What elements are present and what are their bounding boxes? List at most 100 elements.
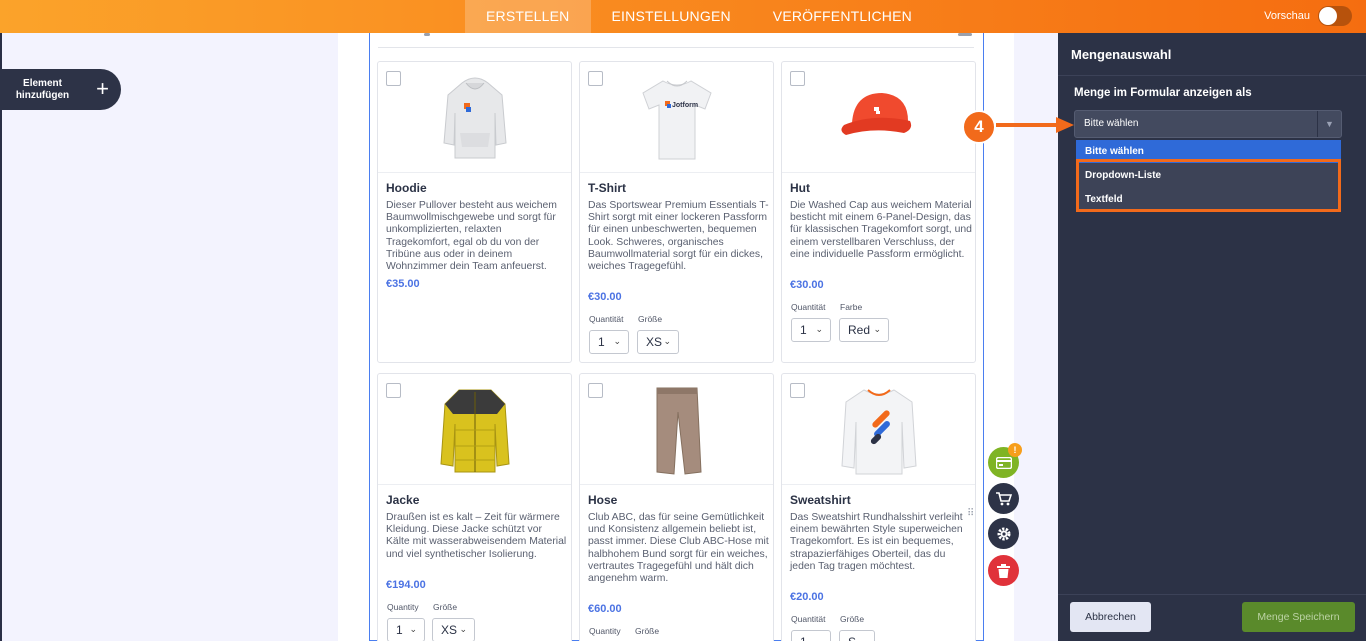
chevron-down-icon: ⌄ [815,324,823,334]
color-label: Farbe [840,302,863,312]
quantity-label: Quantität [791,302,826,312]
top-navigation-bar: ERSTELLEN EINSTELLUNGEN VERÖFFENTLICHEN … [0,0,1366,33]
product-card-tshirt[interactable]: Jotform T-Shirt Das Sportswear Premium E… [579,61,774,363]
product-price: €30.00 [588,291,622,303]
preview-label: Vorschau [1264,10,1310,22]
size-label: Größe [638,314,663,324]
cap-image [782,62,975,174]
tab-erstellen[interactable]: ERSTELLEN [465,0,591,33]
hoodie-image [378,62,571,174]
select-checkbox[interactable] [386,71,401,86]
main-tabs: ERSTELLEN EINSTELLUNGEN VERÖFFENTLICHEN [465,0,933,33]
quantity-label: Quantität [791,614,826,624]
quantity-value: 1 [800,635,807,641]
product-card-hoodie[interactable]: Hoodie Dieser Pullover besteht aus weich… [377,61,572,363]
divider [782,172,975,173]
product-name: Hoodie [386,181,427,195]
chevron-down-icon: ⌄ [873,324,881,334]
step-number-marker: 4 [962,110,996,144]
chevron-down-icon: ⌄ [815,636,823,641]
triangle-down-icon[interactable]: ▼ [1317,111,1341,137]
highlight-box [1076,159,1341,212]
product-name: T-Shirt [588,181,626,195]
product-description: Das Sportswear Premium Essentials T-Shir… [588,200,769,273]
cart-button[interactable] [988,483,1019,514]
product-name: Hose [588,493,618,507]
display-as-label: Menge im Formular anzeigen als [1074,87,1252,99]
select-checkbox[interactable] [588,383,603,398]
chevron-down-icon: ⌄ [663,336,671,346]
size-select[interactable]: S⌄ [839,630,875,641]
quantity-value: 1 [800,323,807,337]
preview-control: Vorschau [1264,6,1352,26]
warning-badge: ! [1008,443,1022,457]
quantity-select[interactable]: 1⌄ [791,630,831,641]
dropdown-value: Bitte wählen [1084,118,1139,129]
size-value: S [848,635,856,641]
size-value: XS [441,623,458,637]
size-select[interactable]: XS ⌄ [432,618,475,641]
size-value: XS [646,335,663,349]
select-checkbox[interactable] [588,71,603,86]
quantity-value: 1 [396,623,403,637]
quantity-select[interactable]: 1⌄ [589,330,629,354]
product-description: Draußen ist es kalt – Zeit für wärmere K… [386,512,567,560]
divider [378,172,571,173]
product-card-jacke[interactable]: Jacke Draußen ist es kalt – Zeit für wär… [377,373,572,641]
drag-handle-icon[interactable]: ⠿ [967,509,975,524]
product-price: €30.00 [790,279,824,291]
divider [1058,594,1366,595]
tab-einstellungen[interactable]: EINSTELLUNGEN [591,0,752,33]
divider [1058,75,1366,76]
tab-veroeffentlichen[interactable]: VERÖFFENTLICHEN [752,0,933,33]
divider [580,484,773,485]
product-description: Das Sweatshirt Rundhalsshirt verleiht ei… [790,512,963,572]
size-select[interactable]: XS ⌄ [637,330,679,354]
quantity-select[interactable]: 1⌄ [791,318,831,342]
divider [378,484,571,485]
chevron-down-icon: ⌄ [409,624,417,634]
cropped-element [958,33,972,36]
cancel-button[interactable]: Abbrechen [1070,602,1151,632]
gear-icon [997,527,1010,540]
product-description: Dieser Pullover besteht aus weichem Baum… [386,200,557,273]
size-label: Größe [840,614,865,624]
select-checkbox[interactable] [790,71,805,86]
toggle-knob [1319,7,1337,25]
color-value: Red [848,323,871,337]
product-name: Hut [790,181,810,195]
select-checkbox[interactable] [790,383,805,398]
color-select[interactable]: Red ⌄ [839,318,889,342]
jacket-image [378,374,571,486]
sweatshirt-image [782,374,975,486]
product-name: Jacke [386,493,420,507]
chevron-down-icon: ⌄ [859,636,867,641]
settings-button[interactable] [988,518,1019,549]
product-price: €60.00 [588,603,622,615]
cart-icon [995,491,1012,505]
chevron-down-icon: ⌄ [613,336,621,346]
trash-icon [997,563,1010,578]
add-element-label: Element hinzufügen [15,77,70,101]
size-label: Größe [635,626,660,636]
quantity-label: Quantität [589,314,624,324]
divider [782,484,975,485]
plus-icon: + [96,76,109,101]
quantity-value: 1 [598,335,605,349]
tshirt-image: Jotform [580,62,773,174]
product-card-sweatshirt[interactable]: Sweatshirt Das Sweatshirt Rundhalsshirt … [781,373,976,641]
product-card-hose[interactable]: Hose Club ABC, das für seine Gemütlichke… [579,373,774,641]
select-checkbox[interactable] [386,383,401,398]
quantity-label: Quantity [387,602,419,612]
preview-toggle[interactable] [1318,6,1352,26]
display-as-dropdown[interactable]: Bitte wählen ▼ [1074,110,1342,138]
product-card-hut[interactable]: Hut Die Washed Cap aus weichem Material … [781,61,976,363]
delete-button[interactable] [988,555,1019,586]
left-edge [0,33,2,641]
panel-title: Mengenauswahl [1071,47,1172,62]
save-quantity-button[interactable]: Menge Speichern [1242,602,1355,632]
product-description: Club ABC, das für seine Gemütlichkeit un… [588,512,769,585]
quantity-select[interactable]: 1⌄ [387,618,425,641]
product-description: Die Washed Cap aus weichem Material best… [790,200,972,260]
add-element-button[interactable]: Element hinzufügen + [0,69,121,110]
